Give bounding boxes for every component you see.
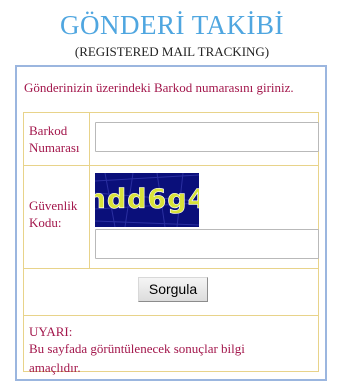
barcode-label-line: Numarası <box>29 140 80 155</box>
tracking-form: Barkod Numarası Güvenlik Kodu: hdd6g4 So… <box>23 112 319 375</box>
security-code-label: Güvenlik Kodu: <box>29 197 89 231</box>
page-subtitle: (REGISTERED MAIL TRACKING) <box>74 44 270 59</box>
security-code-input[interactable] <box>95 229 319 259</box>
instruction-text: Gönderinizin üzerindeki Barkod numarasın… <box>24 80 294 95</box>
security-label-line: Kodu: <box>29 215 62 230</box>
warning-text: Bu sayfada görüntülenecek sonuçlar bilgi… <box>29 341 245 375</box>
captcha-graphic: hdd6g4 <box>95 173 199 227</box>
barcode-input[interactable] <box>95 122 319 152</box>
submit-button[interactable]: Sorgula <box>138 277 208 302</box>
warning-title: UYARI: <box>29 324 73 339</box>
tracking-panel: Gönderinizin üzerindeki Barkod numarasın… <box>15 65 327 381</box>
barcode-label-line: Barkod <box>29 123 68 138</box>
barcode-label: Barkod Numarası <box>29 122 89 156</box>
row-divider <box>24 315 318 316</box>
captcha-text: hdd6g4 <box>95 184 199 215</box>
row-divider <box>24 268 318 269</box>
captcha-image: hdd6g4 <box>95 173 199 227</box>
row-divider <box>24 165 318 166</box>
column-divider <box>89 113 90 268</box>
page-title: GÖNDERİ TAKİBİ <box>59 10 285 40</box>
security-label-line: Güvenlik <box>29 198 78 213</box>
